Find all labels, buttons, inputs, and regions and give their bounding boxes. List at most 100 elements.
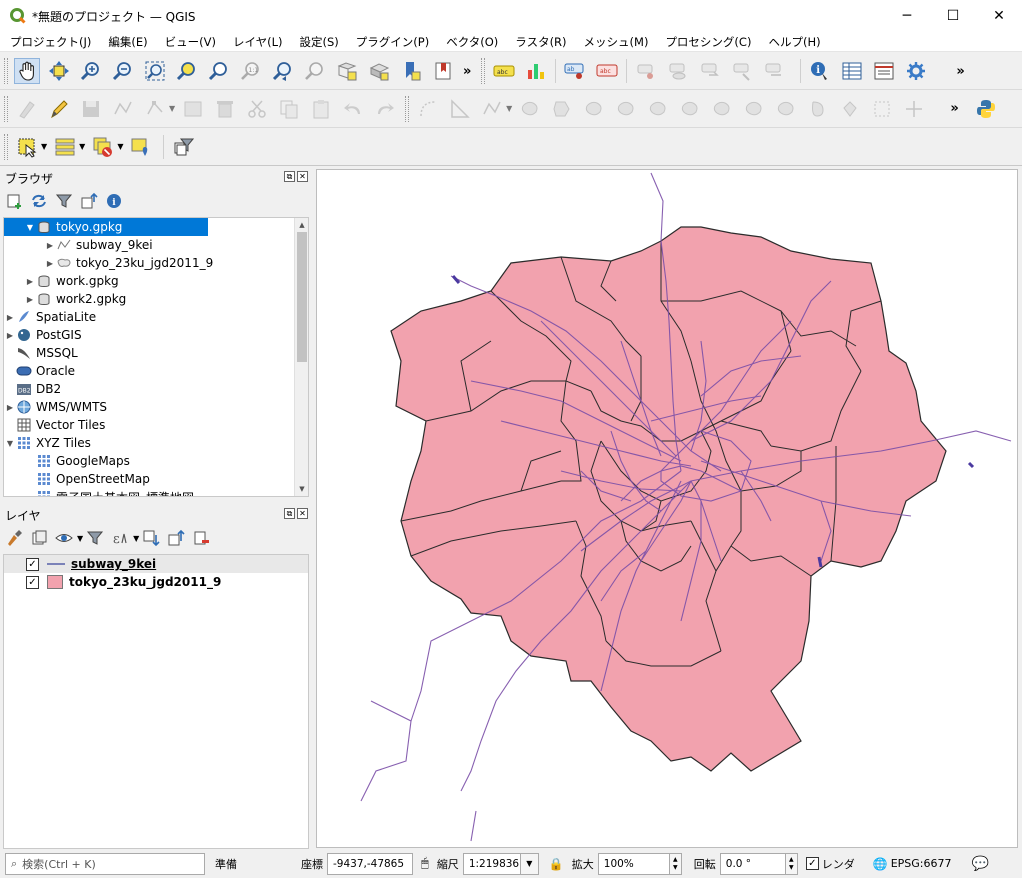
- toolbar-overflow-icon[interactable]: »: [463, 64, 471, 79]
- scroll-thumb[interactable]: [297, 232, 307, 362]
- zoom-full-icon[interactable]: [142, 58, 168, 84]
- tree-item-xyz-tiles[interactable]: ▼ XYZ Tiles: [4, 434, 308, 452]
- current-edits-icon[interactable]: [14, 96, 40, 122]
- move-label-icon[interactable]: [633, 58, 659, 84]
- toolbar-overflow-icon[interactable]: »: [956, 64, 964, 79]
- tree-item-gsi-std[interactable]: 電子国土基本図_標準地図: [4, 488, 308, 496]
- tree-item-tokyo-23ku[interactable]: ▶ tokyo_23ku_jgd2011_9: [4, 254, 308, 272]
- tree-item-work2-gpkg[interactable]: ▶ work2.gpkg: [4, 290, 308, 308]
- float-panel-icon[interactable]: ⧉: [284, 171, 295, 182]
- delete-selected-icon[interactable]: [212, 96, 238, 122]
- pin-labels-icon[interactable]: ab: [562, 58, 588, 84]
- close-panel-icon[interactable]: ✕: [297, 171, 308, 182]
- zoom-to-selection-icon[interactable]: [174, 58, 200, 84]
- expand-arrow-icon[interactable]: ▶: [24, 295, 36, 304]
- expand-arrow-icon[interactable]: ▼: [24, 223, 36, 232]
- menu-plugins[interactable]: プラグイン(P): [346, 34, 436, 50]
- magnifier-field[interactable]: 100%: [597, 852, 670, 875]
- undo-icon[interactable]: [340, 96, 366, 122]
- scale-dropdown-icon[interactable]: ▼: [520, 852, 539, 875]
- toolbar-grip[interactable]: [4, 95, 8, 122]
- maximize-button[interactable]: ☐: [930, 0, 976, 32]
- new-map-view-icon[interactable]: [334, 58, 360, 84]
- tree-item-wms[interactable]: ▶ WMS/WMTS: [4, 398, 308, 416]
- trim-extend-icon[interactable]: [869, 96, 895, 122]
- pan-hand-icon[interactable]: [14, 58, 40, 84]
- rotate-label-icon[interactable]: [697, 58, 723, 84]
- crs-globe-icon[interactable]: 🌐: [873, 857, 888, 871]
- menu-raster[interactable]: ラスタ(R): [505, 34, 573, 50]
- split-parts-icon[interactable]: [741, 96, 767, 122]
- layer-styling-icon[interactable]: [4, 528, 24, 548]
- zoom-to-layer-icon[interactable]: [206, 58, 232, 84]
- collapse-all-icon[interactable]: [166, 528, 186, 548]
- delete-part-icon[interactable]: [645, 96, 671, 122]
- split-features-icon[interactable]: [709, 96, 735, 122]
- show-bookmarks-icon[interactable]: [430, 58, 456, 84]
- close-panel-icon[interactable]: ✕: [297, 508, 308, 519]
- statistics-summary-icon[interactable]: [871, 58, 897, 84]
- offset-curve-icon[interactable]: [479, 96, 505, 122]
- remove-layer-icon[interactable]: [191, 528, 211, 548]
- redo-icon[interactable]: [372, 96, 398, 122]
- menu-help[interactable]: ヘルプ(H): [758, 34, 827, 50]
- filter-browser-icon[interactable]: [54, 191, 74, 211]
- tree-item-oracle[interactable]: Oracle: [4, 362, 308, 380]
- crs-label[interactable]: EPSG:6677: [891, 857, 952, 870]
- new-3d-map-view-icon[interactable]: [366, 58, 392, 84]
- zoom-native-icon[interactable]: 1:1: [238, 58, 264, 84]
- python-console-icon[interactable]: [973, 96, 999, 122]
- modify-attributes-icon[interactable]: [180, 96, 206, 122]
- deselect-features-icon[interactable]: [90, 134, 116, 160]
- vertex-tool-icon[interactable]: [142, 96, 168, 122]
- tree-item-vector-tiles[interactable]: Vector Tiles: [4, 416, 308, 434]
- rotation-spin-icon[interactable]: ▲ ▼: [785, 852, 798, 875]
- label-properties-icon[interactable]: [761, 58, 787, 84]
- highlight-pinned-labels-icon[interactable]: abc: [594, 58, 620, 84]
- add-ring-icon[interactable]: [517, 96, 543, 122]
- tree-item-postgis[interactable]: ▶ PostGIS: [4, 326, 308, 344]
- scroll-up-icon[interactable]: ▲: [295, 218, 308, 232]
- scale-field[interactable]: 1:219836: [462, 852, 521, 875]
- map-render[interactable]: [317, 170, 1017, 847]
- scroll-down-icon[interactable]: ▼: [295, 482, 308, 496]
- tree-item-mssql[interactable]: MSSQL: [4, 344, 308, 362]
- rotation-field[interactable]: 0.0 °: [719, 852, 786, 875]
- tree-item-tokyo-gpkg[interactable]: ▼ tokyo.gpkg: [4, 218, 208, 236]
- refresh-icon[interactable]: [29, 191, 49, 211]
- layer-visibility-checkbox[interactable]: ✓: [26, 557, 39, 571]
- filter-expression-icon[interactable]: ε: [110, 528, 130, 548]
- menu-settings[interactable]: 設定(S): [290, 34, 346, 50]
- menu-layer[interactable]: レイヤ(L): [223, 34, 290, 50]
- zoom-next-icon[interactable]: [302, 58, 328, 84]
- pan-to-selection-icon[interactable]: [46, 58, 72, 84]
- zoom-last-icon[interactable]: [270, 58, 296, 84]
- zoom-out-icon[interactable]: [110, 58, 136, 84]
- expand-arrow-icon[interactable]: ▶: [4, 403, 16, 412]
- new-bookmark-icon[interactable]: [398, 58, 424, 84]
- save-edits-icon[interactable]: [78, 96, 104, 122]
- tree-item-openstreetmap[interactable]: OpenStreetMap: [4, 470, 308, 488]
- filter-legend-icon[interactable]: [85, 528, 105, 548]
- minimize-button[interactable]: ─: [884, 0, 930, 32]
- add-line-feature-icon[interactable]: [110, 96, 136, 122]
- menu-processing[interactable]: プロセシング(C): [655, 34, 758, 50]
- float-panel-icon[interactable]: ⧉: [284, 508, 295, 519]
- menu-view[interactable]: ビュー(V): [155, 34, 223, 50]
- expand-arrow-icon[interactable]: ▶: [44, 259, 56, 268]
- toolbar-overflow-icon[interactable]: »: [950, 101, 958, 116]
- tree-item-spatialite[interactable]: ▶ SpatiaLite: [4, 308, 308, 326]
- collapse-all-icon[interactable]: [79, 191, 99, 211]
- properties-info-icon[interactable]: i: [104, 191, 124, 211]
- render-checkbox[interactable]: ✓: [805, 857, 819, 870]
- locator-search-box[interactable]: ⌕ 検索(Ctrl + K): [5, 852, 205, 875]
- expand-arrow-icon[interactable]: ▶: [24, 277, 36, 286]
- diagram-tool-icon[interactable]: [523, 58, 549, 84]
- toolbar-grip[interactable]: [4, 58, 8, 84]
- copy-features-icon[interactable]: [276, 96, 302, 122]
- add-part-icon[interactable]: [549, 96, 575, 122]
- rotate-point-symbols-icon[interactable]: [805, 96, 831, 122]
- show-hide-label-icon[interactable]: [665, 58, 691, 84]
- close-button[interactable]: ✕: [976, 0, 1022, 32]
- coordinate-field[interactable]: -9437,-47865: [327, 852, 413, 875]
